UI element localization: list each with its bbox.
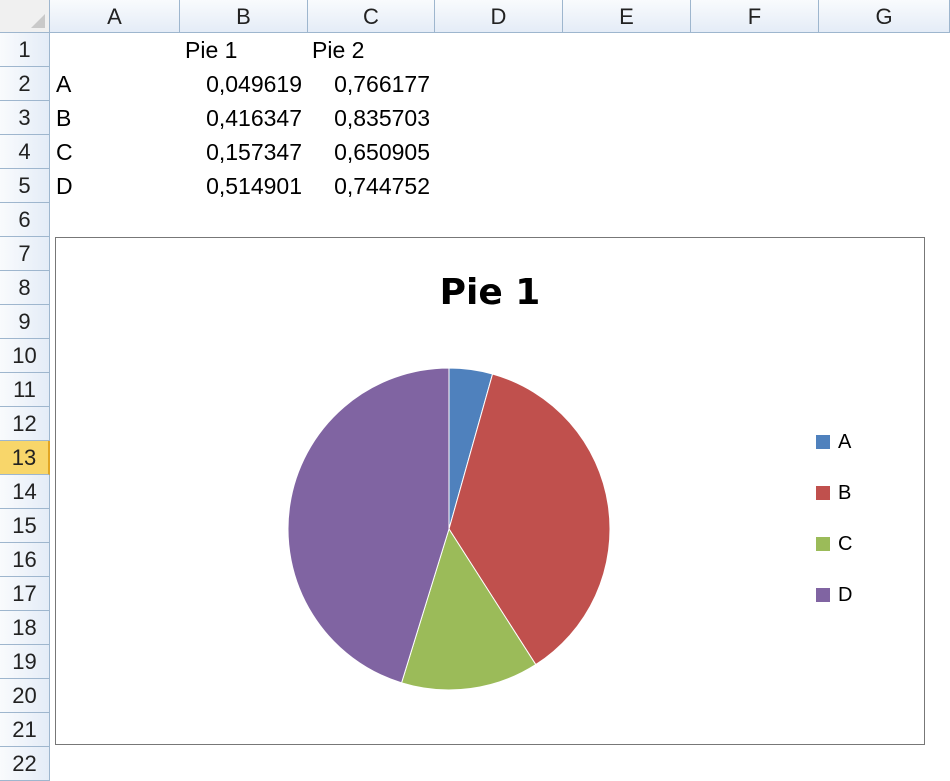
select-all-icon	[31, 14, 45, 28]
row-header-19[interactable]: 19	[0, 645, 50, 679]
pie-plot	[287, 367, 611, 691]
cell-c2[interactable]: 0,766177	[310, 67, 430, 101]
cell-c1[interactable]: Pie 2	[312, 33, 364, 67]
row-header-7[interactable]: 7	[0, 237, 50, 271]
select-all-corner[interactable]	[0, 0, 50, 33]
column-header-f[interactable]: F	[691, 0, 819, 33]
row-header-17[interactable]: 17	[0, 577, 50, 611]
row-header-4[interactable]: 4	[0, 135, 50, 169]
cell-c4[interactable]: 0,650905	[310, 135, 430, 169]
row-header-22[interactable]: 22	[0, 747, 50, 781]
row-header-15[interactable]: 15	[0, 509, 50, 543]
row-header-11[interactable]: 11	[0, 373, 50, 407]
row-header-14[interactable]: 14	[0, 475, 50, 509]
cell-b2[interactable]: 0,049619	[182, 67, 302, 101]
spreadsheet: ABCDEFG 1 2 3 4 5 6 7 8 9 10 11 12 13 14 15 16 17 18 19 20 2…	[0, 0, 950, 781]
legend-label-b: B	[838, 481, 852, 504]
cell-a5[interactable]: D	[56, 169, 73, 203]
pie-chart[interactable]: Pie 1 ABCD	[55, 237, 925, 745]
cell-a2[interactable]: A	[56, 67, 71, 101]
legend-swatch-b	[816, 486, 830, 500]
row-header-20[interactable]: 20	[0, 679, 50, 713]
legend-swatch-d	[816, 588, 830, 602]
legend-label-a: A	[838, 430, 852, 453]
legend-item-d[interactable]: D	[816, 583, 852, 607]
row-header-1[interactable]: 1	[0, 33, 50, 67]
legend-item-a[interactable]: A	[816, 430, 851, 454]
row-header-10[interactable]: 10	[0, 339, 50, 373]
cell-c3[interactable]: 0,835703	[310, 101, 430, 135]
legend-item-c[interactable]: C	[816, 532, 852, 556]
legend-label-c: C	[838, 532, 853, 555]
column-header-g[interactable]: G	[819, 0, 950, 33]
row-header-16[interactable]: 16	[0, 543, 50, 577]
row-header-3[interactable]: 3	[0, 101, 50, 135]
legend-swatch-c	[816, 537, 830, 551]
legend-label-d: D	[838, 583, 853, 606]
row-header-6[interactable]: 6	[0, 203, 50, 237]
column-header-e[interactable]: E	[563, 0, 691, 33]
column-header-a[interactable]: A	[50, 0, 180, 33]
row-header-9[interactable]: 9	[0, 305, 50, 339]
column-header-d[interactable]: D	[435, 0, 563, 33]
legend-item-b[interactable]: B	[816, 481, 851, 505]
row-header-21[interactable]: 21	[0, 713, 50, 747]
legend-swatch-a	[816, 435, 830, 449]
column-header-c[interactable]: C	[308, 0, 435, 33]
row-header-13[interactable]: 13	[0, 441, 50, 475]
row-header-12[interactable]: 12	[0, 407, 50, 441]
cell-b4[interactable]: 0,157347	[182, 135, 302, 169]
row-header-18[interactable]: 18	[0, 611, 50, 645]
column-header-b[interactable]: B	[180, 0, 308, 33]
row-header-8[interactable]: 8	[0, 271, 50, 305]
cell-b5[interactable]: 0,514901	[182, 169, 302, 203]
row-header-2[interactable]: 2	[0, 67, 50, 101]
cell-a3[interactable]: B	[56, 101, 71, 135]
cell-a4[interactable]: C	[56, 135, 73, 169]
cell-c5[interactable]: 0,744752	[310, 169, 430, 203]
row-header-5[interactable]: 5	[0, 169, 50, 203]
cell-b3[interactable]: 0,416347	[182, 101, 302, 135]
cell-b1[interactable]: Pie 1	[185, 33, 237, 67]
